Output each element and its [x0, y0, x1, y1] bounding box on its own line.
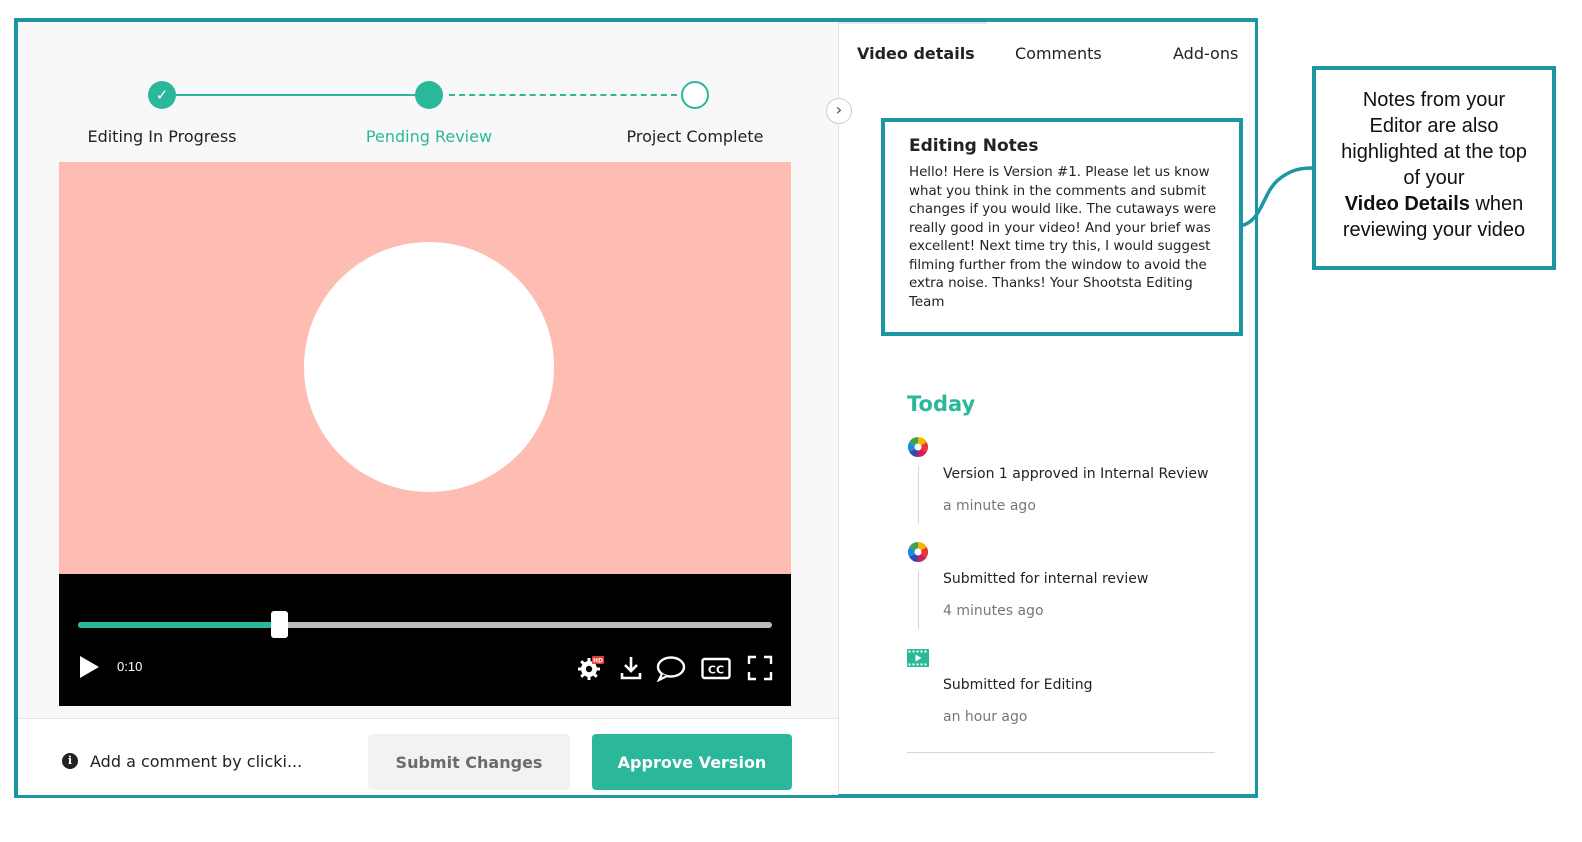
closed-captions-icon[interactable]: CC: [701, 654, 731, 682]
video-circle-graphic: [304, 242, 554, 492]
callout-emphasis: Video Details: [1344, 193, 1470, 215]
activity-title: Submitted for internal review: [943, 571, 1149, 587]
film-icon: [907, 649, 929, 667]
callout-line: when: [1469, 193, 1524, 215]
review-pane: ✓ Editing In Progress Pending Review Pro…: [18, 22, 838, 795]
comment-hint: Add a comment by clicki...: [90, 752, 303, 771]
download-icon[interactable]: [619, 654, 643, 682]
step-label-complete: Project Complete: [626, 127, 764, 146]
info-icon: i: [62, 753, 78, 769]
player-controls: 0:10 HD CC: [59, 574, 791, 706]
action-bar: i Add a comment by clicki... Submit Chan…: [18, 718, 838, 795]
editing-notes: Editing Notes Hello! Here is Version #1.…: [881, 118, 1243, 336]
activity-today-heading: Today: [907, 392, 976, 416]
stepper-line-pending: [449, 94, 677, 96]
callout-line: reviewing your video: [1342, 219, 1526, 241]
approve-version-button[interactable]: Approve Version: [592, 734, 792, 790]
fullscreen-icon[interactable]: [747, 654, 773, 682]
color-wheel-icon: [907, 436, 929, 458]
seek-bar[interactable]: [78, 611, 772, 638]
tab-comments[interactable]: Comments: [1015, 44, 1102, 63]
step-pending-dot: [415, 81, 443, 109]
step-editing-check-icon: ✓: [148, 81, 176, 109]
callout-line: Notes from your: [1362, 89, 1506, 111]
current-time: 0:10: [117, 659, 143, 674]
activity-title: Version 1 approved in Internal Review: [943, 466, 1209, 482]
activity-time: 4 minutes ago: [943, 603, 1044, 619]
callout-line: highlighted at the top: [1341, 141, 1527, 163]
seek-bar-progress: [78, 622, 280, 628]
editing-notes-title: Editing Notes: [909, 136, 1039, 156]
activity-title: Submitted for Editing: [943, 677, 1093, 693]
editing-notes-body: Hello! Here is Version #1. Please let us…: [909, 165, 1217, 310]
callout-line: Editor are also: [1369, 115, 1499, 137]
seek-handle[interactable]: [271, 611, 289, 638]
tab-add-ons[interactable]: Add-ons: [1173, 44, 1238, 63]
step-label-pending: Pending Review: [365, 127, 493, 146]
annotation-callout: Notes from your Editor are also highligh…: [1312, 66, 1556, 270]
activity-connector: [918, 571, 919, 629]
tab-active-indicator: [839, 22, 987, 24]
activity-time: a minute ago: [943, 498, 1036, 514]
stepper-line-complete: [176, 94, 415, 96]
activity-time: an hour ago: [943, 709, 1028, 725]
tab-video-details[interactable]: Video details: [857, 44, 975, 63]
submit-changes-button[interactable]: Submit Changes: [368, 734, 570, 790]
color-wheel-icon: [907, 541, 929, 563]
divider: [907, 752, 1215, 753]
details-panel: Video details Comments Add-ons › Editing…: [826, 22, 1255, 794]
activity-connector: [918, 466, 919, 524]
step-label-editing: Editing In Progress: [87, 127, 237, 146]
video-frame[interactable]: [59, 162, 791, 574]
callout-line: of your: [1403, 167, 1465, 189]
app-frame: ✓ Editing In Progress Pending Review Pro…: [14, 18, 1258, 798]
hd-badge: HD: [593, 658, 603, 665]
collapse-panel-chevron-icon[interactable]: ›: [826, 98, 852, 124]
comment-icon[interactable]: [655, 654, 687, 683]
cc-label: CC: [708, 664, 724, 677]
settings-icon[interactable]: HD: [577, 654, 605, 682]
play-icon[interactable]: [80, 656, 99, 678]
step-complete-dot: [681, 81, 709, 109]
